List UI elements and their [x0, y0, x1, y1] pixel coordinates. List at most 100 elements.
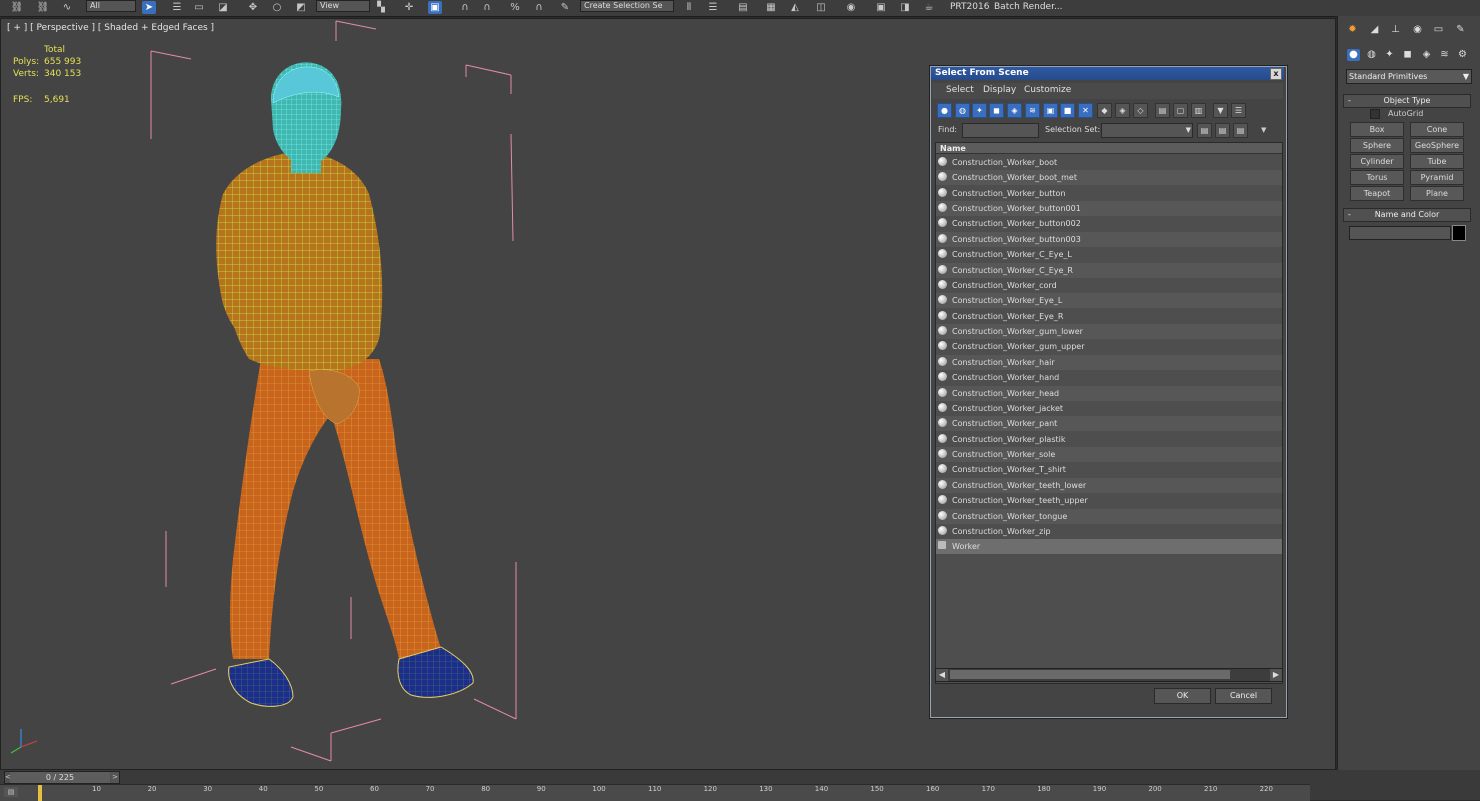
unlink-icon[interactable]: ⛓	[36, 1, 50, 14]
display-tab-icon[interactable]: ▭	[1432, 24, 1445, 36]
display-containers-icon[interactable]: ◆	[1097, 103, 1112, 118]
schematic-view-icon[interactable]: ◫	[814, 1, 828, 14]
list-item[interactable]: Construction_Worker_gum_lower	[936, 324, 1282, 340]
material-editor-icon[interactable]: ◉	[844, 1, 858, 14]
select-object-icon[interactable]: ➤	[142, 1, 156, 14]
keyboard-shortcut-override-icon[interactable]: ▣	[428, 1, 442, 14]
reference-coordinate-dropdown[interactable]: View	[316, 0, 370, 12]
object-type-rollout[interactable]: - Object Type	[1343, 94, 1471, 108]
mirror-icon[interactable]: ⫴	[682, 1, 696, 14]
modify-tab-icon[interactable]: ◢	[1368, 24, 1381, 36]
cancel-button[interactable]: Cancel	[1215, 688, 1272, 704]
select-all-icon[interactable]: ▤	[1155, 103, 1170, 118]
motion-tab-icon[interactable]: ◉	[1411, 24, 1424, 36]
spacewarps-icon[interactable]: ≋	[1438, 49, 1451, 61]
list-item[interactable]: Construction_Worker_hair	[936, 354, 1282, 370]
name-and-color-rollout[interactable]: - Name and Color	[1343, 208, 1471, 222]
find-input[interactable]	[962, 123, 1039, 138]
cameras-icon[interactable]: ◼	[1401, 49, 1414, 61]
list-item[interactable]: Construction_Worker_head	[936, 385, 1282, 401]
hierarchy-tab-icon[interactable]: ⊥	[1389, 24, 1402, 36]
bind-spacewarp-icon[interactable]: ∿	[60, 1, 74, 14]
plane-button[interactable]: Plane	[1410, 186, 1464, 201]
hierarchy-icon[interactable]: ☰	[1231, 103, 1246, 118]
menu-customize[interactable]: Customize	[1024, 85, 1071, 95]
geometry-icon[interactable]: ●	[1347, 49, 1360, 61]
list-item[interactable]: Construction_Worker_tongue	[936, 508, 1282, 524]
display-geometry-icon[interactable]: ●	[937, 103, 952, 118]
move-icon[interactable]: ✥	[246, 1, 260, 14]
display-shapes-icon[interactable]: ◍	[955, 103, 970, 118]
list-item[interactable]: Construction_Worker_Eye_L	[936, 293, 1282, 309]
time-slider-handle[interactable]: 0 / 225	[10, 772, 110, 783]
rotate-icon[interactable]: ○	[270, 1, 284, 14]
display-bones-icon[interactable]: ✕	[1078, 103, 1093, 118]
list-item[interactable]: Construction_Worker_plastik	[936, 432, 1282, 447]
display-cameras-icon[interactable]: ◼	[989, 103, 1004, 118]
selection-set-dropdown[interactable]: ▼	[1101, 123, 1193, 138]
list-item[interactable]: Worker	[936, 539, 1282, 555]
list-item[interactable]: Construction_Worker_T_shirt	[936, 462, 1282, 477]
filter-icon[interactable]: ▼	[1213, 103, 1228, 118]
list-item[interactable]: Construction_Worker_gum_upper	[936, 339, 1282, 354]
rendered-frame-window-icon[interactable]: ◨	[898, 1, 912, 14]
edit-selection-set-icon[interactable]: ▤	[1215, 123, 1230, 138]
dialog-title-bar[interactable]: Select From Scene x	[931, 67, 1284, 80]
list-item[interactable]: Construction_Worker_C_Eye_L	[936, 247, 1282, 262]
key-filters-icon[interactable]: ▤	[4, 787, 18, 797]
list-item[interactable]: Construction_Worker_C_Eye_R	[936, 262, 1282, 278]
scale-icon[interactable]: ◩	[294, 1, 308, 14]
horizontal-scrollbar[interactable]: ◀ ▶	[935, 668, 1283, 682]
sphere-button[interactable]: Sphere	[1350, 138, 1404, 153]
geosphere-button[interactable]: GeoSphere	[1410, 138, 1464, 153]
display-helpers-icon[interactable]: ◈	[1007, 103, 1022, 118]
list-item[interactable]: Construction_Worker_pant	[936, 416, 1282, 432]
systems-icon[interactable]: ⚙	[1456, 49, 1469, 61]
list-item[interactable]: Construction_Worker_teeth_lower	[936, 477, 1282, 493]
list-item[interactable]: Construction_Worker_button	[936, 186, 1282, 201]
list-item[interactable]: Construction_Worker_button002	[936, 216, 1282, 231]
list-item[interactable]: Construction_Worker_button001	[936, 201, 1282, 217]
percent-snap-icon[interactable]: %	[508, 1, 522, 14]
list-item[interactable]: Construction_Worker_button003	[936, 231, 1282, 247]
object-name-input[interactable]	[1349, 226, 1451, 240]
display-lights-icon[interactable]: ✦	[972, 103, 987, 118]
select-none-icon[interactable]: ▢	[1173, 103, 1188, 118]
layer-manager-icon[interactable]: ▤	[736, 1, 750, 14]
create-tab-icon[interactable]: ✹	[1346, 24, 1359, 36]
list-item[interactable]: Construction_Worker_boot	[936, 155, 1282, 170]
curve-editor-icon[interactable]: ◭	[788, 1, 802, 14]
list-item[interactable]: Construction_Worker_jacket	[936, 401, 1282, 416]
render-production-icon[interactable]: ☕	[922, 1, 936, 14]
rectangular-selection-icon[interactable]: ▭	[192, 1, 206, 14]
prt-label[interactable]: PRT2016	[950, 1, 989, 13]
teapot-button[interactable]: Teapot	[1350, 186, 1404, 201]
align-icon[interactable]: ☰	[706, 1, 720, 14]
options-arrow-icon[interactable]: ▼	[1261, 126, 1266, 134]
display-hidden-icon[interactable]: ◇	[1133, 103, 1148, 118]
snaps-toggle-icon[interactable]: ∩	[458, 1, 472, 14]
menu-select[interactable]: Select	[946, 85, 974, 95]
list-item[interactable]: Construction_Worker_Eye_R	[936, 309, 1282, 324]
window-crossing-icon[interactable]: ◪	[216, 1, 230, 14]
select-by-name-icon[interactable]: ☰	[170, 1, 184, 14]
batch-render-button[interactable]: Batch Render...	[994, 1, 1063, 13]
box-button[interactable]: Box	[1350, 122, 1404, 137]
object-color-swatch[interactable]	[1452, 225, 1466, 241]
scroll-left-icon[interactable]: ◀	[936, 669, 948, 681]
spinner-snap-icon[interactable]: ∩	[532, 1, 546, 14]
shapes-icon[interactable]: ◍	[1365, 49, 1378, 61]
utilities-tab-icon[interactable]: ✎	[1454, 24, 1467, 36]
ok-button[interactable]: OK	[1154, 688, 1211, 704]
cone-button[interactable]: Cone	[1410, 122, 1464, 137]
named-selection-sets-dropdown[interactable]: Create Selection Se	[580, 0, 674, 12]
scene-explorer-icon[interactable]: ▦	[764, 1, 778, 14]
link-icon[interactable]: ⛓	[10, 1, 24, 14]
tube-button[interactable]: Tube	[1410, 154, 1464, 169]
list-item[interactable]: Construction_Worker_teeth_upper	[936, 493, 1282, 508]
time-slider[interactable]: < 0 / 225 >	[4, 771, 120, 784]
track-bar[interactable]: ▤ 10 20 30 40 50 60 70 80 90 100 110 120 130 140 150 16…	[0, 784, 1310, 801]
time-slider-next-icon[interactable]: >	[111, 772, 119, 783]
list-item[interactable]: Construction_Worker_hand	[936, 370, 1282, 385]
autogrid-checkbox[interactable]	[1370, 109, 1380, 119]
